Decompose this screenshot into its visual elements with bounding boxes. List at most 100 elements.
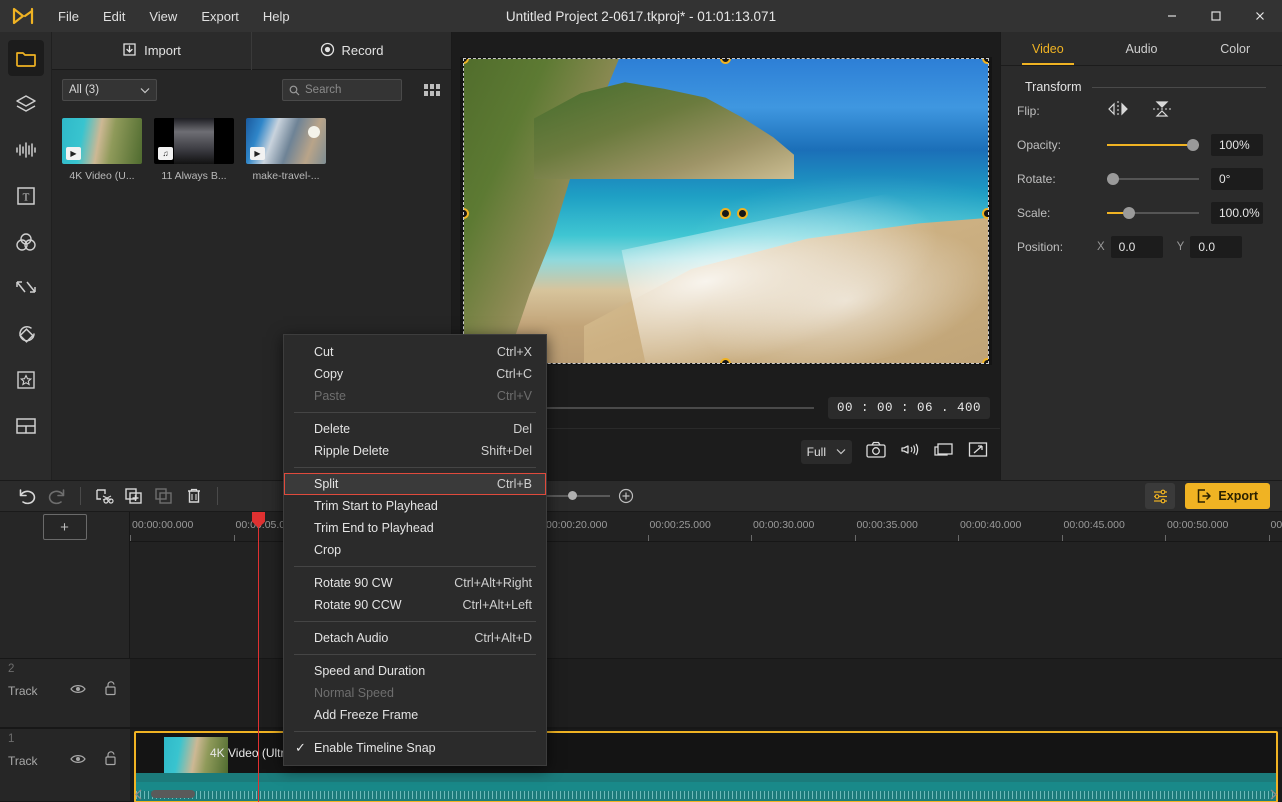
sidebar-item-split-screen[interactable] (8, 408, 44, 444)
sidebar-item-filters[interactable] (8, 224, 44, 260)
sidebar-item-motion[interactable] (8, 316, 44, 352)
menu-item-rotate-90-ccw[interactable]: Rotate 90 CCW Ctrl+Alt+Left (284, 594, 546, 616)
menu-item-split[interactable]: Split Ctrl+B (284, 473, 546, 495)
resize-handle-top-center[interactable] (720, 59, 731, 64)
menu-edit[interactable]: Edit (91, 3, 137, 30)
media-grid: ▶ 4K Video (U... ♫ 11 Always B... ▶ make-trav… (52, 110, 451, 190)
snapshot-button[interactable] (866, 441, 886, 463)
resize-handle-bottom-right[interactable] (982, 358, 988, 363)
menu-item-ripple-delete[interactable]: Ripple Delete Shift+Del (284, 440, 546, 462)
ruler-tick-label: 00:00:40.000 (960, 519, 1022, 531)
menu-item-label: Add Freeze Frame (314, 708, 419, 722)
scroll-left-icon[interactable] (134, 788, 143, 800)
scrollbar-thumb[interactable] (151, 790, 195, 798)
media-item[interactable]: ▶ make-travel-... (246, 118, 326, 182)
maximize-button[interactable] (1194, 0, 1238, 32)
eye-icon[interactable] (70, 752, 86, 770)
anchor-handle-center[interactable] (720, 208, 731, 219)
eye-icon[interactable] (70, 682, 86, 700)
media-tab-import[interactable]: Import (52, 31, 252, 70)
pop-out-button[interactable] (934, 441, 954, 463)
position-y-value[interactable]: 0.0 (1190, 236, 1243, 258)
menu-item-rotate-90-cw[interactable]: Rotate 90 CW Ctrl+Alt+Right (284, 572, 546, 594)
menu-item-speed-and-duration[interactable]: Speed and Duration (284, 660, 546, 682)
video-preview-frame[interactable] (463, 58, 989, 364)
media-filter-select[interactable]: All (3) (62, 79, 157, 101)
opacity-slider[interactable] (1107, 138, 1199, 152)
zoom-in-icon[interactable] (618, 488, 634, 504)
menu-view[interactable]: View (137, 3, 189, 30)
menu-export[interactable]: Export (189, 3, 251, 30)
position-row: Position: X 0.0 Y 0.0 (1001, 230, 1282, 264)
add-track-button[interactable]: + (42, 514, 87, 540)
resize-handle-top-right[interactable] (982, 59, 988, 64)
menu-item-detach-audio[interactable]: Detach Audio Ctrl+Alt+D (284, 627, 546, 649)
media-tab-record[interactable]: Record (252, 32, 451, 70)
position-x-value[interactable]: 0.0 (1110, 236, 1163, 258)
search-input[interactable] (305, 84, 395, 96)
sidebar-item-transitions[interactable] (8, 270, 44, 306)
flip-horizontal-icon[interactable] (1107, 100, 1129, 123)
opacity-value[interactable]: 100% (1211, 134, 1263, 156)
tab-video[interactable]: Video (1001, 32, 1095, 65)
menu-item-delete[interactable]: Delete Del (284, 418, 546, 440)
menu-item-copy[interactable]: Copy Ctrl+C (284, 363, 546, 385)
media-item[interactable]: ▶ 4K Video (U... (62, 118, 142, 182)
menu-item-add-freeze-frame[interactable]: Add Freeze Frame (284, 704, 546, 726)
quality-select[interactable]: Full (800, 439, 852, 464)
rotate-value[interactable]: 0° (1211, 168, 1263, 190)
tab-audio[interactable]: Audio (1095, 32, 1189, 65)
split-button[interactable] (89, 483, 119, 509)
timeline-horizontal-scrollbar[interactable] (130, 788, 1282, 800)
rotate-handle-center[interactable] (737, 208, 748, 219)
menu-item-crop[interactable]: Crop (284, 539, 546, 561)
unlock-icon[interactable] (104, 751, 117, 771)
add-clip-button[interactable] (119, 483, 149, 509)
toolbar-divider (80, 487, 81, 505)
track-header-1[interactable]: 1 Track (0, 728, 130, 802)
sidebar-item-favorites[interactable] (8, 362, 44, 398)
rotate-slider[interactable] (1107, 172, 1199, 186)
menu-help[interactable]: Help (251, 3, 302, 30)
flip-vertical-icon[interactable] (1151, 100, 1173, 123)
search-box[interactable] (282, 79, 402, 101)
undo-button[interactable] (12, 483, 42, 509)
menu-file[interactable]: File (46, 3, 91, 30)
track-header-2[interactable]: 2 Track (0, 658, 130, 728)
playhead[interactable] (252, 512, 265, 802)
menu-item-trim-end-to-playhead[interactable]: Trim End to Playhead (284, 517, 546, 539)
tab-color[interactable]: Color (1188, 32, 1282, 65)
copy-button[interactable] (149, 483, 179, 509)
sidebar-item-text[interactable]: T (8, 178, 44, 214)
delete-button[interactable] (179, 483, 209, 509)
record-icon (320, 42, 335, 60)
minimize-button[interactable] (1150, 0, 1194, 32)
sidebar-item-audio[interactable] (8, 132, 44, 168)
fullscreen-button[interactable] (968, 441, 988, 463)
scale-slider[interactable] (1107, 206, 1199, 220)
menu-item-cut[interactable]: Cut Ctrl+X (284, 341, 546, 363)
sidebar-item-stickers[interactable] (8, 86, 44, 122)
resize-handle-middle-right[interactable] (982, 208, 988, 219)
media-item-name: make-travel-... (252, 170, 320, 182)
ruler-tick-label: 00:00:20.000 (546, 519, 608, 531)
media-item[interactable]: ♫ 11 Always B... (154, 118, 234, 182)
resize-handle-bottom-center[interactable] (720, 358, 731, 363)
scale-value[interactable]: 100.0% (1211, 202, 1263, 224)
menu-item-trim-start-to-playhead[interactable]: Trim Start to Playhead (284, 495, 546, 517)
scroll-right-icon[interactable] (1269, 788, 1278, 800)
import-icon (122, 42, 137, 60)
volume-button[interactable] (900, 441, 920, 463)
close-button[interactable] (1238, 0, 1282, 32)
grid-view-icon[interactable] (424, 83, 441, 97)
export-button[interactable]: Export (1185, 483, 1270, 509)
menu-item-label: Crop (314, 543, 342, 557)
clip-context-menu[interactable]: Cut Ctrl+X Copy Ctrl+C Paste Ctrl+V Delete Del R… (283, 334, 547, 766)
menu-item-enable-timeline-snap[interactable]: ✓ Enable Timeline Snap (284, 737, 546, 759)
redo-button[interactable] (42, 483, 72, 509)
unlock-icon[interactable] (104, 681, 117, 701)
track-number-2: 2 (8, 663, 15, 675)
sidebar-item-media[interactable] (7, 40, 44, 76)
export-settings-button[interactable] (1145, 483, 1176, 509)
timeline-toolbar: Export (0, 480, 1282, 512)
